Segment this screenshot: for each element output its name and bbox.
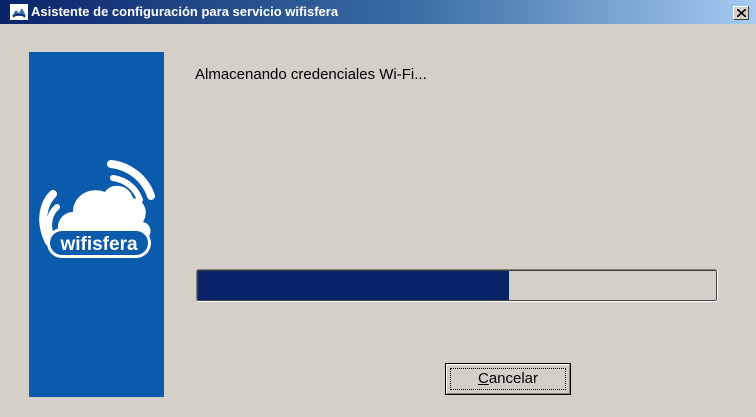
cancel-button[interactable]: Cancelar: [445, 363, 571, 395]
progress-bar: [196, 269, 718, 302]
window-title: Asistente de configuración para servicio…: [31, 4, 339, 19]
setup-wizard-window: Asistente de configuración para servicio…: [0, 0, 756, 417]
cancel-button-label: Cancelar: [446, 370, 570, 388]
status-message: Almacenando credenciales Wi-Fi...: [195, 66, 427, 83]
wifisfera-logo: wifisfera: [39, 160, 155, 258]
cancel-label-rest: ancelar: [488, 370, 539, 387]
title-bar[interactable]: Asistente de configuración para servicio…: [0, 0, 756, 24]
app-icon: [10, 4, 28, 20]
close-icon: [737, 9, 746, 17]
progress-bar-frame: [197, 270, 717, 301]
branding-panel: wifisfera: [29, 52, 164, 397]
cancel-mnemonic: C: [477, 370, 489, 387]
logo-text: wifisfera: [59, 234, 138, 255]
close-button[interactable]: [733, 6, 749, 20]
